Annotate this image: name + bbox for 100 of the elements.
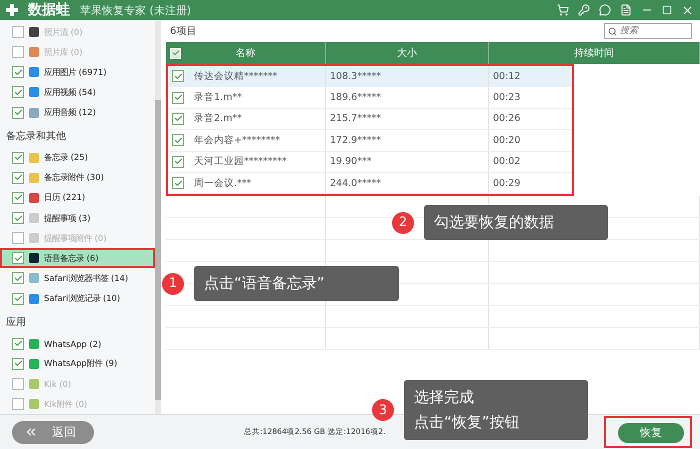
table-row[interactable]: 录音2.m** 215.7***** 00:26 (168, 108, 572, 130)
checkbox[interactable] (12, 358, 24, 370)
checkbox[interactable] (172, 156, 184, 168)
app-icon (29, 172, 39, 183)
checkbox[interactable] (12, 192, 24, 204)
app-icon (29, 378, 39, 389)
maximize-icon[interactable] (662, 5, 672, 15)
callout-text: 点击“恢复”按钮 (414, 413, 521, 432)
checkbox[interactable] (12, 272, 24, 284)
app-icon (29, 399, 39, 410)
sidebar-item[interactable]: 语音备忘录 (6) (0, 248, 155, 268)
app-icon (29, 233, 39, 244)
sidebar-item[interactable]: 应用视频 (54) (0, 82, 155, 102)
table-cell: 00:20 (493, 134, 520, 146)
item-label: 照片流 (0) (44, 26, 83, 38)
app-icon (29, 67, 39, 78)
checkbox[interactable] (172, 134, 184, 146)
table-cell: 00:26 (493, 113, 520, 124)
item-label: Kik (0) (44, 378, 72, 389)
sidebar-item[interactable]: WhatsApp附件 (9) (0, 354, 155, 374)
app-icon (29, 27, 39, 38)
table-cell: 244.0***** (330, 178, 381, 189)
section-heading: 备忘录和其他 (5, 130, 67, 144)
app-icon (29, 294, 39, 304)
app-icon (29, 47, 39, 58)
table-cell: 189.6***** (330, 92, 381, 104)
app-icon (29, 87, 39, 98)
callout-text: 点击“语音备忘录” (204, 274, 326, 293)
cart-icon[interactable] (557, 4, 569, 16)
item-label: WhatsApp附件 (9) (44, 358, 118, 370)
table-cell: 215.7***** (330, 113, 381, 124)
app-icon (29, 253, 39, 264)
checkbox[interactable] (172, 112, 184, 125)
checkbox[interactable] (12, 338, 24, 350)
app-icon (29, 358, 39, 369)
sidebar-item[interactable]: 提醒事项 (3) (0, 208, 155, 228)
key-icon[interactable] (578, 4, 590, 16)
checkbox[interactable] (12, 66, 24, 78)
table-cell: 00:02 (493, 156, 520, 168)
step-number: 1 (162, 272, 184, 294)
app-icon (29, 213, 39, 224)
item-label: 应用视频 (54) (44, 86, 96, 98)
sidebar-item[interactable]: 应用音频 (12) (0, 102, 155, 123)
table-row[interactable]: 年会内容+******** 172.9***** 00:20 (168, 130, 572, 152)
table-cell: 00:29 (493, 178, 520, 189)
step-number: 2 (392, 212, 414, 234)
close-icon[interactable] (681, 4, 694, 16)
item-label: 语音备忘录 (6) (44, 252, 99, 264)
column-heading[interactable]: 大小 (397, 46, 417, 60)
item-label: 应用图片 (6971) (44, 66, 107, 78)
sidebar-item[interactable]: 日历 (221) (0, 188, 155, 208)
checkbox[interactable] (12, 106, 24, 119)
table-cell: 录音1.m** (194, 91, 242, 104)
checkbox[interactable] (12, 86, 24, 98)
table-cell: 172.9***** (330, 134, 381, 146)
checkbox[interactable] (12, 212, 24, 224)
checkbox[interactable] (12, 252, 24, 264)
item-label: 备忘录附件 (30) (44, 172, 104, 184)
sidebar-item[interactable]: Safari浏览器书签 (14) (0, 268, 155, 288)
checkbox[interactable] (12, 172, 24, 184)
app-icon (29, 192, 39, 203)
sidebar-item[interactable]: Safari浏览记录 (10) (0, 288, 155, 309)
checkbox[interactable] (12, 152, 24, 164)
checkbox[interactable] (172, 70, 184, 82)
scrollbar-thumb[interactable] (155, 100, 161, 400)
table-row[interactable]: 录音1.m** 189.6***** 00:23 (168, 87, 572, 109)
sidebar-item[interactable]: 备忘录附件 (30) (0, 168, 155, 188)
item-label: WhatsApp (2) (44, 338, 102, 349)
table-cell: 19.90*** (330, 156, 372, 168)
item-label: 提醒事项 (3) (44, 212, 91, 224)
app-icon (29, 273, 39, 284)
table-cell: 年会内容+******** (194, 134, 280, 147)
chat-icon[interactable] (599, 4, 611, 16)
table-cell: 00:12 (493, 70, 520, 82)
checkbox[interactable] (172, 92, 184, 104)
sidebar-item[interactable]: WhatsApp (2) (0, 334, 155, 354)
table-row[interactable]: 传达会议精******* 108.3***** 00:12 (168, 66, 572, 88)
sidebar-item[interactable]: 备忘录 (25) (0, 148, 155, 168)
document-icon[interactable] (620, 4, 632, 16)
scrollbar[interactable] (155, 20, 161, 414)
table-cell: 天河工业园********* (194, 155, 287, 168)
column-heading[interactable]: 名称 (236, 46, 256, 60)
app-logo: 数据蛙 (28, 1, 70, 19)
item-label: Safari浏览记录 (10) (44, 293, 120, 304)
sidebar-item[interactable]: 应用图片 (6971) (0, 62, 155, 82)
table-row[interactable]: 天河工业园********* 19.90*** 00:02 (168, 152, 572, 173)
plus-logo-icon (6, 4, 18, 16)
window-title: 苹果恢复专家 (未注册) (80, 2, 192, 18)
table-cell: 传达会议精******* (194, 70, 278, 83)
recover-button[interactable]: 恢复 (618, 422, 684, 443)
table-cell: 108.3***** (330, 70, 381, 82)
item-count: 6项目 (170, 25, 196, 38)
table-cell: 周一会议.*** (194, 176, 252, 190)
table-row[interactable]: 周一会议.*** 244.0***** 00:29 (168, 172, 572, 194)
item-label: Safari浏览器书签 (14) (44, 272, 128, 284)
callout-text: 勾选要恢复的数据 (434, 213, 555, 232)
checkbox[interactable] (172, 177, 184, 190)
item-label: 日历 (221) (44, 192, 86, 204)
checkbox[interactable] (12, 292, 24, 305)
column-heading[interactable]: 持续时间 (574, 46, 614, 60)
